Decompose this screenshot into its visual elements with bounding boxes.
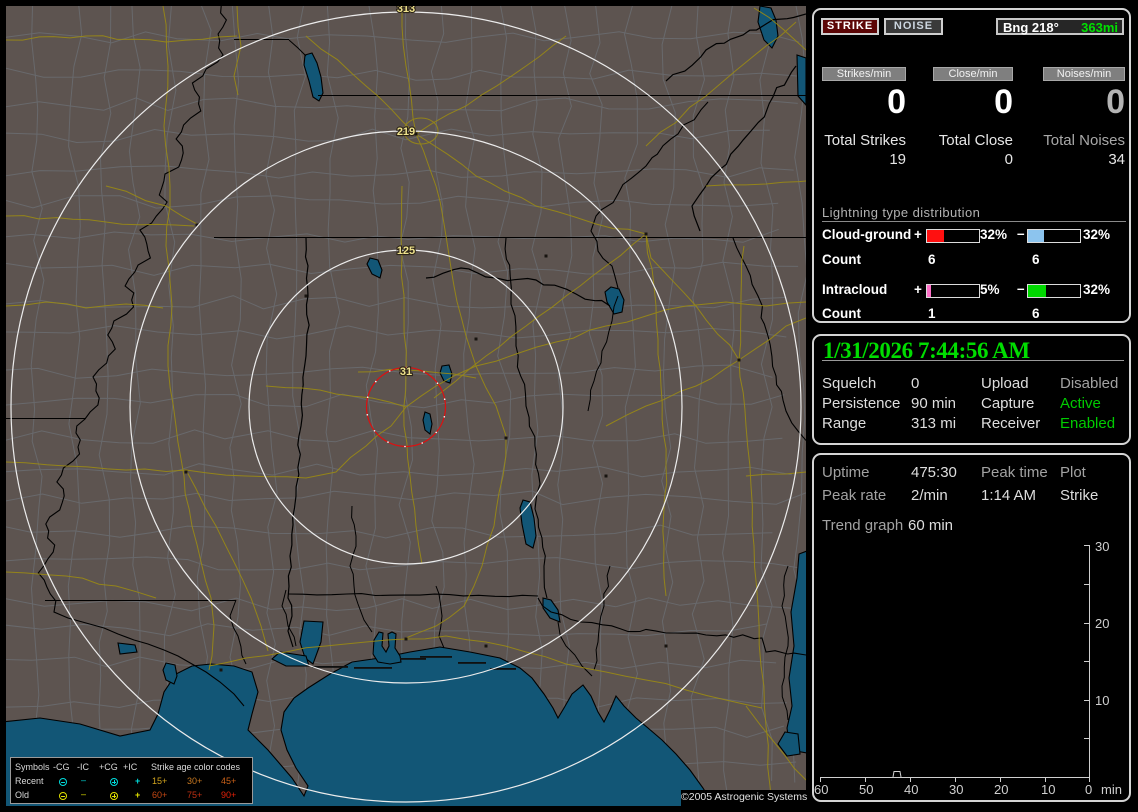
svg-text:125: 125 bbox=[397, 245, 415, 257]
svg-text:10: 10 bbox=[1095, 693, 1109, 708]
svg-text:10: 10 bbox=[1041, 782, 1055, 797]
svg-text:20: 20 bbox=[1095, 616, 1109, 631]
svg-text:31: 31 bbox=[400, 366, 412, 378]
svg-text:60: 60 bbox=[814, 782, 828, 797]
svg-text:20: 20 bbox=[994, 782, 1008, 797]
svg-text:min: min bbox=[1101, 782, 1122, 797]
svg-text:219: 219 bbox=[397, 126, 415, 138]
svg-text:0: 0 bbox=[1085, 782, 1092, 797]
svg-text:40: 40 bbox=[904, 782, 918, 797]
svg-text:30: 30 bbox=[1095, 539, 1109, 554]
svg-text:50: 50 bbox=[859, 782, 873, 797]
svg-text:30: 30 bbox=[949, 782, 963, 797]
svg-text:313: 313 bbox=[397, 6, 415, 15]
